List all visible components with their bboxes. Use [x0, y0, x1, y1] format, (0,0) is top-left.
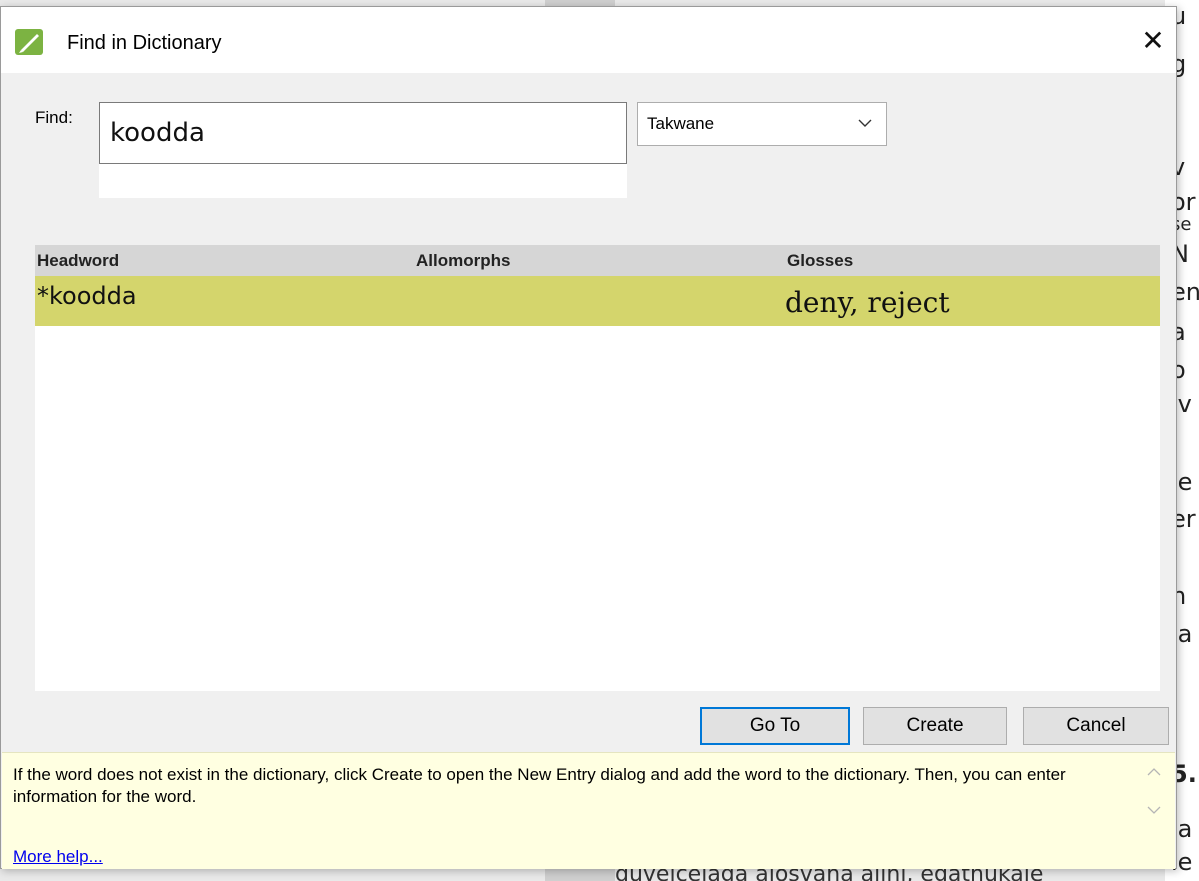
find-in-dictionary-dialog: Find in Dictionary ✕ Find: Takwane Headw…: [0, 6, 1177, 869]
cancel-button[interactable]: Cancel: [1023, 707, 1169, 745]
app-logo-icon: [15, 29, 43, 55]
writing-system-select[interactable]: Takwane: [637, 102, 887, 146]
go-to-button[interactable]: Go To: [700, 707, 850, 745]
cell-headword: *koodda: [37, 282, 137, 310]
cell-glosses: deny, reject: [785, 286, 950, 319]
find-input-container: [99, 102, 627, 198]
dialog-title: Find in Dictionary: [67, 32, 222, 54]
help-panel: If the word does not exist in the dictio…: [2, 752, 1175, 869]
find-label: Find:: [35, 108, 73, 127]
help-text: If the word does not exist in the dictio…: [13, 765, 1066, 806]
more-help-link[interactable]: More help...: [13, 847, 103, 867]
scroll-up-icon[interactable]: [1147, 767, 1161, 777]
column-header-allomorphs[interactable]: Allomorphs: [416, 251, 510, 271]
create-button[interactable]: Create: [863, 707, 1007, 745]
title-bar[interactable]: Find in Dictionary ✕: [1, 7, 1176, 73]
column-header-glosses[interactable]: Glosses: [787, 251, 853, 271]
help-scrollbar[interactable]: [1143, 763, 1165, 823]
scroll-down-icon[interactable]: [1147, 805, 1161, 815]
close-button[interactable]: ✕: [1130, 7, 1176, 73]
close-icon: ✕: [1141, 24, 1165, 56]
results-table: Headword Allomorphs Glosses *koodda deny…: [35, 245, 1160, 691]
column-header-headword[interactable]: Headword: [37, 251, 119, 271]
results-header: Headword Allomorphs Glosses: [35, 245, 1160, 276]
find-input[interactable]: [99, 102, 627, 164]
table-row[interactable]: *koodda deny, reject: [35, 276, 1160, 326]
writing-system-value: Takwane: [647, 114, 715, 133]
chevron-down-icon: [858, 119, 872, 127]
